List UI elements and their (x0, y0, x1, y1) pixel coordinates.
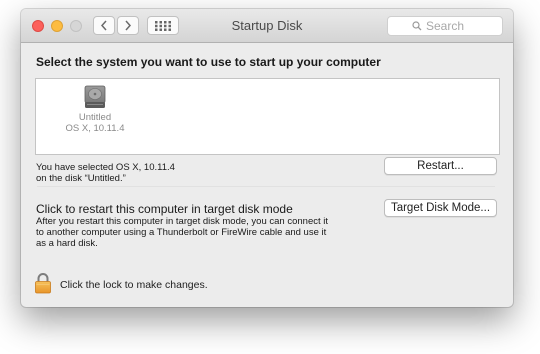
target-disk-mode-button[interactable]: Target Disk Mode... (384, 199, 497, 217)
disk-os-label: OS X, 10.11.4 (65, 123, 125, 134)
disk-item-untitled[interactable]: Untitled OS X, 10.11.4 (55, 85, 135, 134)
show-all-button[interactable] (147, 16, 179, 35)
selection-status: You have selected OS X, 10.11.4 on the d… (36, 162, 175, 184)
search-field[interactable] (387, 16, 503, 36)
divider (37, 186, 495, 187)
minimize-window-button[interactable] (51, 20, 63, 32)
padlock-icon (35, 273, 51, 294)
startup-disk-window: Startup Disk Select the system you want … (21, 9, 513, 307)
lock-button[interactable] (34, 272, 52, 299)
close-window-button[interactable] (32, 20, 44, 32)
lock-hint-text: Click the lock to make changes. (60, 279, 208, 291)
selection-status-line-1: You have selected OS X, 10.11.4 (36, 162, 175, 173)
restart-button[interactable]: Restart... (384, 157, 497, 175)
grid-icon (155, 20, 171, 31)
forward-button[interactable] (117, 16, 139, 35)
search-icon (412, 21, 422, 31)
target-disk-mode-title: Click to restart this computer in target… (36, 202, 293, 216)
zoom-window-button (70, 20, 82, 32)
title-bar: Startup Disk (21, 9, 513, 43)
selection-status-line-2: on the disk “Untitled.” (36, 173, 126, 184)
disk-name-label: Untitled (78, 112, 112, 123)
section-heading: Select the system you want to use to sta… (36, 55, 381, 69)
disk-list: Untitled OS X, 10.11.4 (35, 78, 500, 155)
chevron-left-icon (100, 20, 107, 31)
target-disk-mode-description: After you restart this computer in targe… (36, 216, 328, 249)
back-button[interactable] (93, 16, 115, 35)
chevron-right-icon (125, 20, 132, 31)
hard-disk-icon (84, 85, 106, 108)
search-input[interactable] (426, 19, 478, 33)
